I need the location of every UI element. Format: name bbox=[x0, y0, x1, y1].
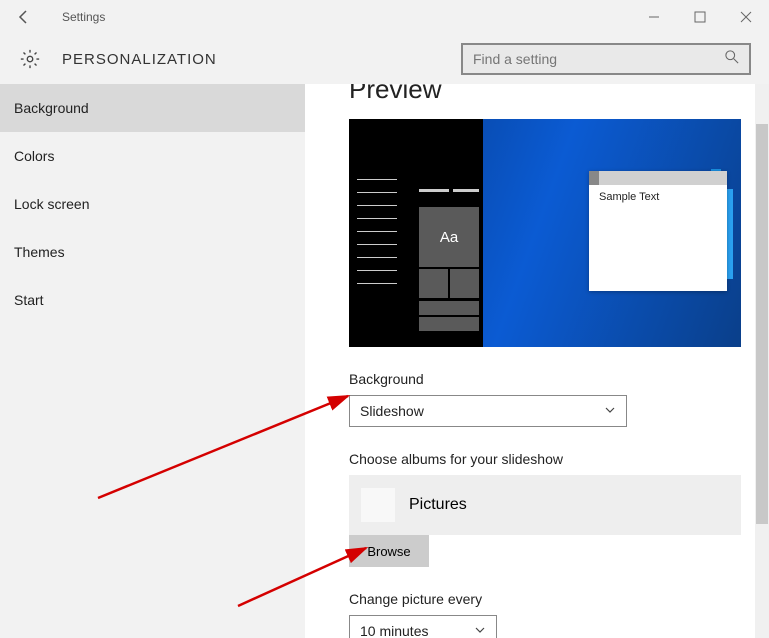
maximize-button[interactable] bbox=[677, 0, 723, 34]
change-picture-label: Change picture every bbox=[349, 591, 755, 607]
search-input[interactable] bbox=[473, 51, 725, 67]
section-title: PERSONALIZATION bbox=[62, 51, 217, 68]
titlebar: Settings bbox=[0, 0, 769, 34]
sidebar-item-themes[interactable]: Themes bbox=[0, 228, 305, 276]
sidebar-item-start[interactable]: Start bbox=[0, 276, 305, 324]
desktop-preview: Aa Sample Text bbox=[349, 119, 741, 347]
sidebar: Background Colors Lock screen Themes Sta… bbox=[0, 84, 305, 638]
search-box[interactable] bbox=[461, 43, 751, 75]
browse-button[interactable]: Browse bbox=[349, 535, 429, 567]
interval-dropdown-value: 10 minutes bbox=[360, 623, 428, 638]
search-icon bbox=[725, 50, 739, 69]
vertical-scrollbar[interactable] bbox=[755, 84, 769, 638]
interval-dropdown[interactable]: 10 minutes bbox=[349, 615, 497, 638]
back-button[interactable] bbox=[10, 3, 38, 31]
content-area: Preview Aa bbox=[305, 84, 769, 638]
sidebar-item-background[interactable]: Background bbox=[0, 84, 305, 132]
chevron-down-icon bbox=[604, 403, 616, 419]
sample-window: Sample Text bbox=[589, 171, 727, 291]
sidebar-item-label: Themes bbox=[14, 244, 65, 260]
minimize-button[interactable] bbox=[631, 0, 677, 34]
albums-box: Pictures bbox=[349, 475, 741, 535]
gear-icon bbox=[16, 45, 44, 73]
background-dropdown-value: Slideshow bbox=[360, 403, 424, 419]
scrollbar-thumb[interactable] bbox=[756, 124, 768, 524]
albums-label: Choose albums for your slideshow bbox=[349, 451, 755, 467]
sample-window-text: Sample Text bbox=[589, 185, 727, 209]
window-controls bbox=[631, 0, 769, 34]
browse-button-label: Browse bbox=[367, 544, 410, 559]
header: PERSONALIZATION bbox=[0, 34, 769, 84]
close-button[interactable] bbox=[723, 0, 769, 34]
sidebar-item-label: Colors bbox=[14, 148, 54, 164]
preview-heading: Preview bbox=[349, 84, 755, 105]
album-name: Pictures bbox=[409, 496, 467, 514]
app-title: Settings bbox=[62, 10, 105, 24]
main: Background Colors Lock screen Themes Sta… bbox=[0, 84, 769, 638]
preview-start-panel: Aa bbox=[349, 119, 483, 347]
background-dropdown[interactable]: Slideshow bbox=[349, 395, 627, 427]
preview-tile: Aa bbox=[419, 207, 479, 267]
sidebar-item-label: Start bbox=[14, 292, 44, 308]
sidebar-item-lock-screen[interactable]: Lock screen bbox=[0, 180, 305, 228]
background-label: Background bbox=[349, 371, 755, 387]
album-thumbnail bbox=[361, 488, 395, 522]
album-item[interactable]: Pictures bbox=[361, 485, 729, 525]
sidebar-item-label: Background bbox=[14, 100, 89, 116]
sidebar-item-colors[interactable]: Colors bbox=[0, 132, 305, 180]
chevron-down-icon bbox=[474, 623, 486, 638]
sidebar-item-label: Lock screen bbox=[14, 196, 89, 212]
